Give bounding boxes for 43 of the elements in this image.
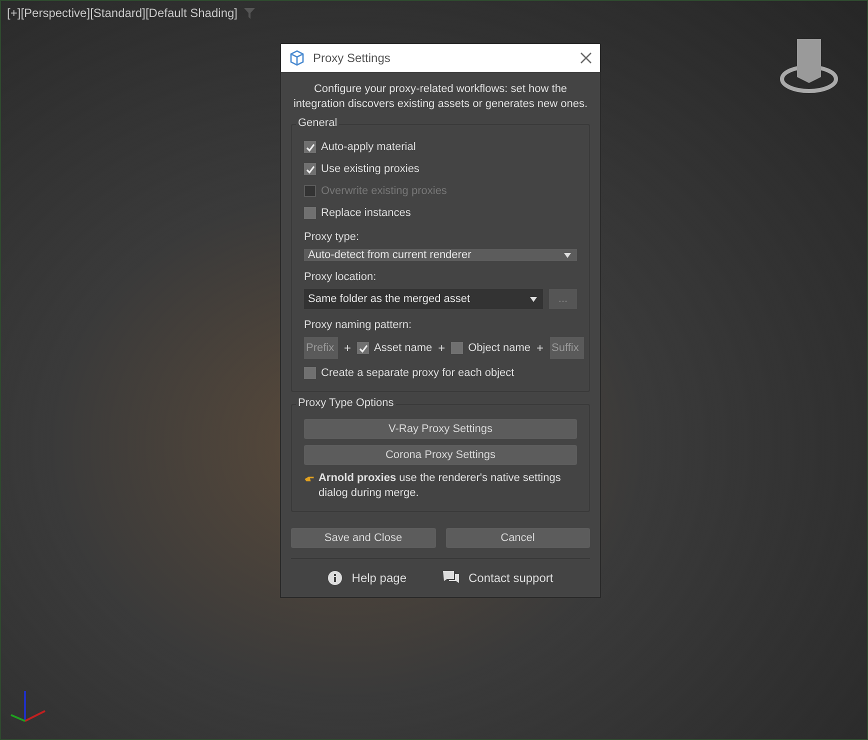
group-title: Proxy Type Options	[296, 397, 396, 409]
caret-icon	[530, 296, 537, 302]
arnold-note: Arnold proxies use the renderer's native settings dialog during merge.	[318, 471, 562, 501]
viewport-label[interactable]: [Default Shading]	[145, 6, 238, 20]
field-label: Proxy naming pattern:	[304, 319, 413, 331]
footer-link[interactable]: Help page	[328, 571, 406, 585]
viewport-label[interactable]: [Standard]	[90, 6, 146, 20]
checkbox-label[interactable]: Object name	[468, 342, 530, 354]
proxy-location-dropdown[interactable]: Same folder as the merged asset	[304, 289, 543, 309]
renderer-settings-button[interactable]: Corona Proxy Settings	[304, 445, 577, 465]
description-text: Configure your proxy-related workflows: set how the integration discovers existing assets or generates new ones.	[292, 82, 589, 112]
plus-sign: +	[344, 341, 352, 355]
checkbox[interactable]	[357, 342, 370, 354]
plus-sign: +	[536, 341, 544, 355]
name-part-field[interactable]: Prefix	[304, 337, 338, 359]
dialog-button[interactable]: Cancel	[446, 528, 590, 548]
checkbox[interactable]	[304, 163, 316, 175]
checkbox[interactable]	[451, 342, 464, 354]
close-icon[interactable]	[580, 52, 592, 64]
group-title: General	[296, 117, 340, 129]
checkbox[interactable]	[304, 207, 316, 219]
window-title: Proxy Settings	[313, 51, 392, 65]
checkbox[interactable]	[304, 141, 316, 153]
info-icon	[328, 571, 342, 585]
checkbox-label[interactable]: Use existing proxies	[321, 163, 420, 175]
chat-icon	[442, 571, 458, 585]
viewport-label[interactable]: [+]	[7, 6, 21, 20]
checkbox-label[interactable]: Replace instances	[321, 207, 411, 219]
caret-icon	[564, 252, 571, 258]
proxy-type-dropdown[interactable]: Auto-detect from current renderer	[304, 249, 577, 261]
renderer-settings-button[interactable]: V-Ray Proxy Settings	[304, 419, 577, 439]
name-part-field[interactable]: Suffix	[550, 337, 584, 359]
dialog-button[interactable]: Save and Close	[291, 528, 436, 548]
checkbox-label[interactable]: Auto-apply material	[321, 141, 416, 153]
field-label: Proxy type:	[304, 231, 360, 243]
footer-link[interactable]: Contact support	[442, 571, 554, 585]
field-label: Proxy location:	[304, 271, 378, 283]
checkbox[interactable]	[304, 367, 316, 379]
checkbox-label[interactable]: Asset name	[374, 342, 432, 354]
cube-icon	[289, 50, 305, 66]
checkbox-label[interactable]: Create a separate proxy for each object	[321, 367, 514, 379]
viewport-label[interactable]: [Perspective]	[20, 6, 90, 20]
plus-sign: +	[438, 341, 446, 355]
